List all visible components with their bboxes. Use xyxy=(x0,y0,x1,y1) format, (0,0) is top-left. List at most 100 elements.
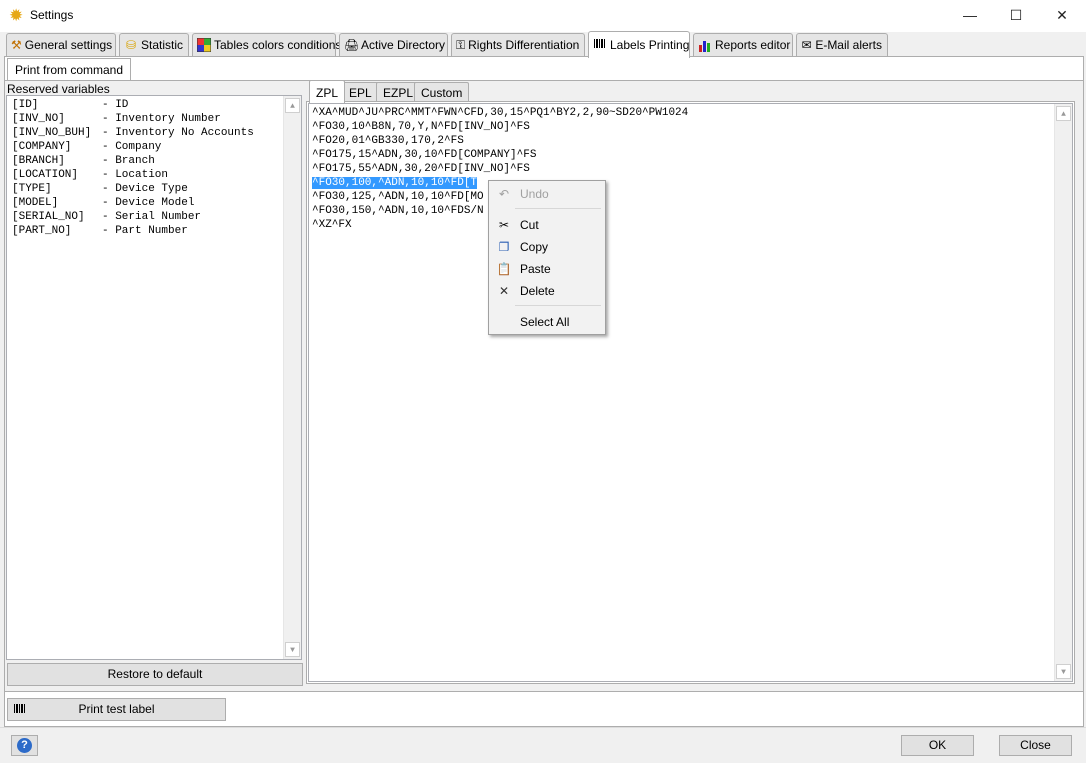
variable-description: - xyxy=(102,183,116,195)
tab-active-directory[interactable]: 🖨 Active Directory xyxy=(339,33,448,56)
settings-gear-icon: ✹ xyxy=(9,6,24,25)
code-line: ^FO175,55^ADN,30,20^FD[INV_NO]^FS xyxy=(312,163,530,175)
tab-general-settings[interactable]: ⚒ General settings xyxy=(6,33,116,56)
code-line: ^XA^MUD^JU^PRC^MMT^FWN^CFD,30,15^PQ1^BY2… xyxy=(312,107,689,119)
variable-description-text: Inventory No Accounts xyxy=(115,127,254,139)
menu-separator xyxy=(515,208,601,209)
menu-item-undo[interactable]: ↶ Undo xyxy=(492,183,602,204)
tab-zpl[interactable]: ZPL xyxy=(309,80,346,103)
database-icon: ⛁ xyxy=(125,38,137,52)
tab-label: Active Directory xyxy=(361,38,446,52)
window-title: Settings xyxy=(30,8,74,22)
variable-name: [MODEL] xyxy=(12,197,59,209)
help-icon: ? xyxy=(17,738,32,753)
menu-item-cut[interactable]: ✂ Cut xyxy=(492,214,602,235)
variable-name: [TYPE] xyxy=(12,183,52,195)
close-window-button[interactable]: ✕ xyxy=(1039,0,1085,30)
menu-separator xyxy=(515,305,601,306)
undo-icon: ↶ xyxy=(498,186,510,201)
variable-name: [LOCATION] xyxy=(12,169,79,181)
tab-label: General settings xyxy=(24,38,113,52)
reserved-variables-list[interactable]: [ID] - ID [INV_NO] - Inventory Number [INV_N… xyxy=(6,95,302,660)
variable-description-text: Inventory Number xyxy=(115,113,221,125)
menu-item-delete[interactable]: ✕ Delete xyxy=(492,280,602,301)
tab-rights-differentiation[interactable]: ⚿ Rights Differentiation xyxy=(451,33,585,56)
variable-description-text: Branch xyxy=(115,155,155,167)
tab-label: Reports editor xyxy=(715,38,791,52)
scroll-up-icon[interactable]: ▲ xyxy=(1056,106,1071,121)
code-line: ^FO30,100,^ADN,10,10^FD[T xyxy=(312,177,478,189)
reserved-variable-row[interactable]: [INV_NO] - Inventory Number xyxy=(12,113,221,125)
tab-label: E-Mail alerts xyxy=(815,38,882,52)
variable-name: [PART_NO] xyxy=(12,225,72,237)
tab-labels-printing[interactable]: Labels Printing xyxy=(588,31,690,58)
variable-description-text: Device Model xyxy=(115,197,195,209)
variable-description: - xyxy=(102,225,116,237)
close-button[interactable]: Close xyxy=(999,735,1072,756)
maximize-button[interactable]: ☐ xyxy=(993,0,1039,30)
variable-description: - xyxy=(102,197,116,209)
variable-description: - xyxy=(102,127,116,139)
scroll-down-icon[interactable]: ▼ xyxy=(1056,664,1071,679)
ok-button[interactable]: OK xyxy=(901,735,974,756)
tab-label: Statistic xyxy=(140,38,183,52)
reserved-variable-row[interactable]: [ID] - ID xyxy=(12,99,128,111)
tab-label: Labels Printing xyxy=(610,38,690,52)
menu-item-paste[interactable]: 📋 Paste xyxy=(492,258,602,279)
scissors-icon: ✂ xyxy=(498,217,510,232)
tab-reports-editor[interactable]: Reports editor xyxy=(693,33,793,56)
reserved-variable-row[interactable]: [LOCATION] - Location xyxy=(12,169,168,181)
variable-description-text: Location xyxy=(115,169,169,181)
print-test-label-button[interactable]: Print test label xyxy=(7,698,226,721)
help-button[interactable]: ? xyxy=(11,735,38,756)
reserved-variable-row[interactable]: [SERIAL_NO] - Serial Number xyxy=(12,211,201,223)
barcode-icon xyxy=(593,38,607,52)
code-line: ^XZ^FX xyxy=(312,219,352,231)
variable-description: - xyxy=(102,211,116,223)
key-icon: ⚿ xyxy=(456,38,466,52)
menu-item-select-all[interactable]: Select All xyxy=(492,311,602,332)
variable-description: - xyxy=(102,155,116,167)
delete-icon: ✕ xyxy=(498,283,510,298)
tab-epl[interactable]: EPL xyxy=(342,82,379,101)
title-bar xyxy=(0,0,1086,32)
tab-label: Tables colors conditions xyxy=(214,38,342,52)
reserved-variable-row[interactable]: [TYPE] - Device Type xyxy=(12,183,188,195)
minimize-button[interactable]: — xyxy=(947,0,993,30)
variable-description: - xyxy=(102,169,116,181)
code-line: ^FO20,01^GB330,170,2^FS xyxy=(312,135,464,147)
variable-name: [SERIAL_NO] xyxy=(12,211,85,223)
reserved-variable-row[interactable]: [INV_NO_BUH] - Inventory No Accounts xyxy=(12,127,254,139)
variable-name: [COMPANY] xyxy=(12,141,72,153)
tab-custom[interactable]: Custom xyxy=(414,82,470,101)
tab-statistic[interactable]: ⛁ Statistic xyxy=(119,33,189,56)
editor-scrollbar[interactable]: ▲ ▼ xyxy=(1054,104,1072,681)
variable-name: [BRANCH] xyxy=(12,155,65,167)
tab-email-alerts[interactable]: ✉ E-Mail alerts xyxy=(796,33,888,56)
variable-description-text: ID xyxy=(115,99,129,111)
tools-icon: ⚒ xyxy=(11,38,22,52)
zpl-code-editor[interactable]: ^XA^MUD^JU^PRC^MMT^FWN^CFD,30,15^PQ1^BY2… xyxy=(308,103,1073,682)
reserved-list-scrollbar[interactable]: ▲ ▼ xyxy=(283,96,301,659)
variable-name: [INV_NO_BUH] xyxy=(12,127,92,139)
menu-item-copy[interactable]: ❐ Copy xyxy=(492,236,602,257)
selected-text: ^FO30,100,^ADN,10,10^FD[T xyxy=(312,177,478,189)
reserved-variable-row[interactable]: [COMPANY] - Company xyxy=(12,141,161,153)
code-line: ^FO30,125,^ADN,10,10^FD[MO xyxy=(312,191,484,203)
reserved-variable-row[interactable]: [MODEL] - Device Model xyxy=(12,197,194,209)
reserved-variable-row[interactable]: [BRANCH] - Branch xyxy=(12,155,155,167)
email-icon: ✉ xyxy=(801,38,812,52)
reserved-variable-row[interactable]: [PART_NO] - Part Number xyxy=(12,225,188,237)
variable-description-text: Part Number xyxy=(115,225,188,237)
code-line: ^FO30,10^B8N,70,Y,N^FD[INV_NO]^FS xyxy=(312,121,530,133)
scroll-up-icon[interactable]: ▲ xyxy=(285,98,300,113)
tab-print-from-command[interactable]: Print from command xyxy=(7,58,132,80)
restore-default-button[interactable]: Restore to default xyxy=(7,663,303,686)
scroll-down-icon[interactable]: ▼ xyxy=(285,642,300,657)
variable-name: [INV_NO] xyxy=(12,113,65,125)
variable-description: - xyxy=(102,141,116,153)
directory-icon: 🖨 xyxy=(344,38,360,52)
variable-description-text: Company xyxy=(115,141,162,153)
tab-tables-colors-conditions[interactable]: Tables colors conditions xyxy=(192,33,341,56)
reserved-variables-label: Reserved variables xyxy=(7,82,110,96)
